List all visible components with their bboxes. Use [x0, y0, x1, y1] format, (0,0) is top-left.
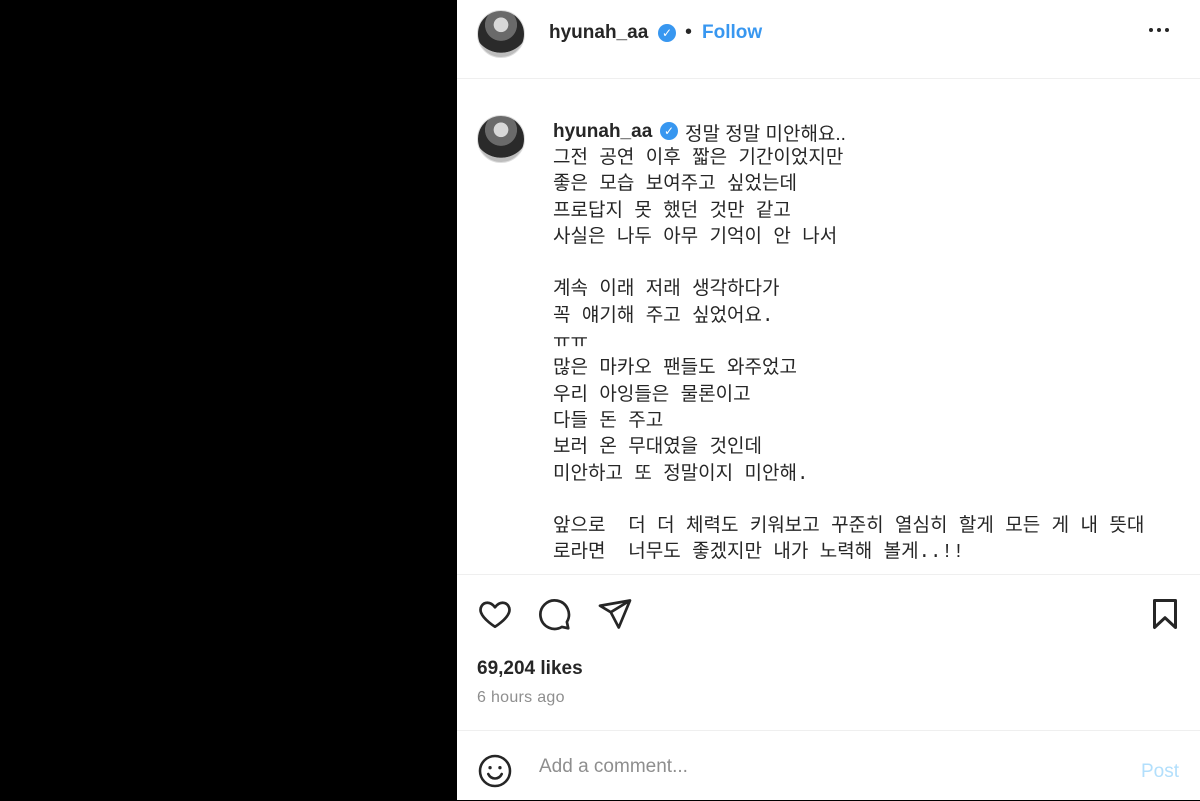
comment-bar: Post — [457, 730, 1200, 801]
comment-input[interactable] — [537, 751, 1101, 783]
follow-button[interactable]: Follow — [702, 22, 762, 44]
more-options-icon[interactable] — [1147, 18, 1171, 49]
comment-bubble-icon[interactable] — [536, 596, 572, 637]
verified-badge-icon: ✓ — [658, 24, 676, 42]
heart-icon[interactable] — [477, 596, 513, 637]
avatar[interactable] — [477, 10, 525, 58]
post-comment-button[interactable]: Post — [1141, 761, 1179, 783]
header-username[interactable]: hyunah_aa — [549, 22, 648, 44]
paper-plane-icon[interactable] — [597, 596, 633, 637]
post-panel: hyunah_aa ✓ • Follow hyunah_aa ✓ 정말 정말 미… — [457, 0, 1200, 800]
divider — [457, 574, 1200, 575]
caption-text: 그전 공연 이후 짧은 기간이었지만 좋은 모습 보여주고 싶었는데 프로답지 … — [553, 147, 1145, 564]
caption-area: hyunah_aa ✓ 정말 정말 미안해요.. 그전 공연 이후 짧은 기간이… — [457, 79, 1200, 574]
caption-username[interactable]: hyunah_aa — [553, 121, 652, 143]
caption-first-line: 정말 정말 미안해요.. — [685, 124, 846, 145]
separator-dot: • — [685, 21, 693, 43]
likes-count[interactable]: 69,204 likes — [477, 658, 583, 680]
post-timestamp[interactable]: 6 hours ago — [477, 689, 565, 707]
post-header: hyunah_aa ✓ • Follow — [457, 0, 1200, 79]
verified-badge-icon: ✓ — [660, 122, 678, 140]
bookmark-icon[interactable] — [1147, 596, 1183, 637]
action-bar — [457, 590, 1200, 640]
smiley-icon[interactable] — [477, 753, 513, 794]
black-background-area — [0, 0, 457, 800]
caption-avatar[interactable] — [477, 115, 525, 163]
